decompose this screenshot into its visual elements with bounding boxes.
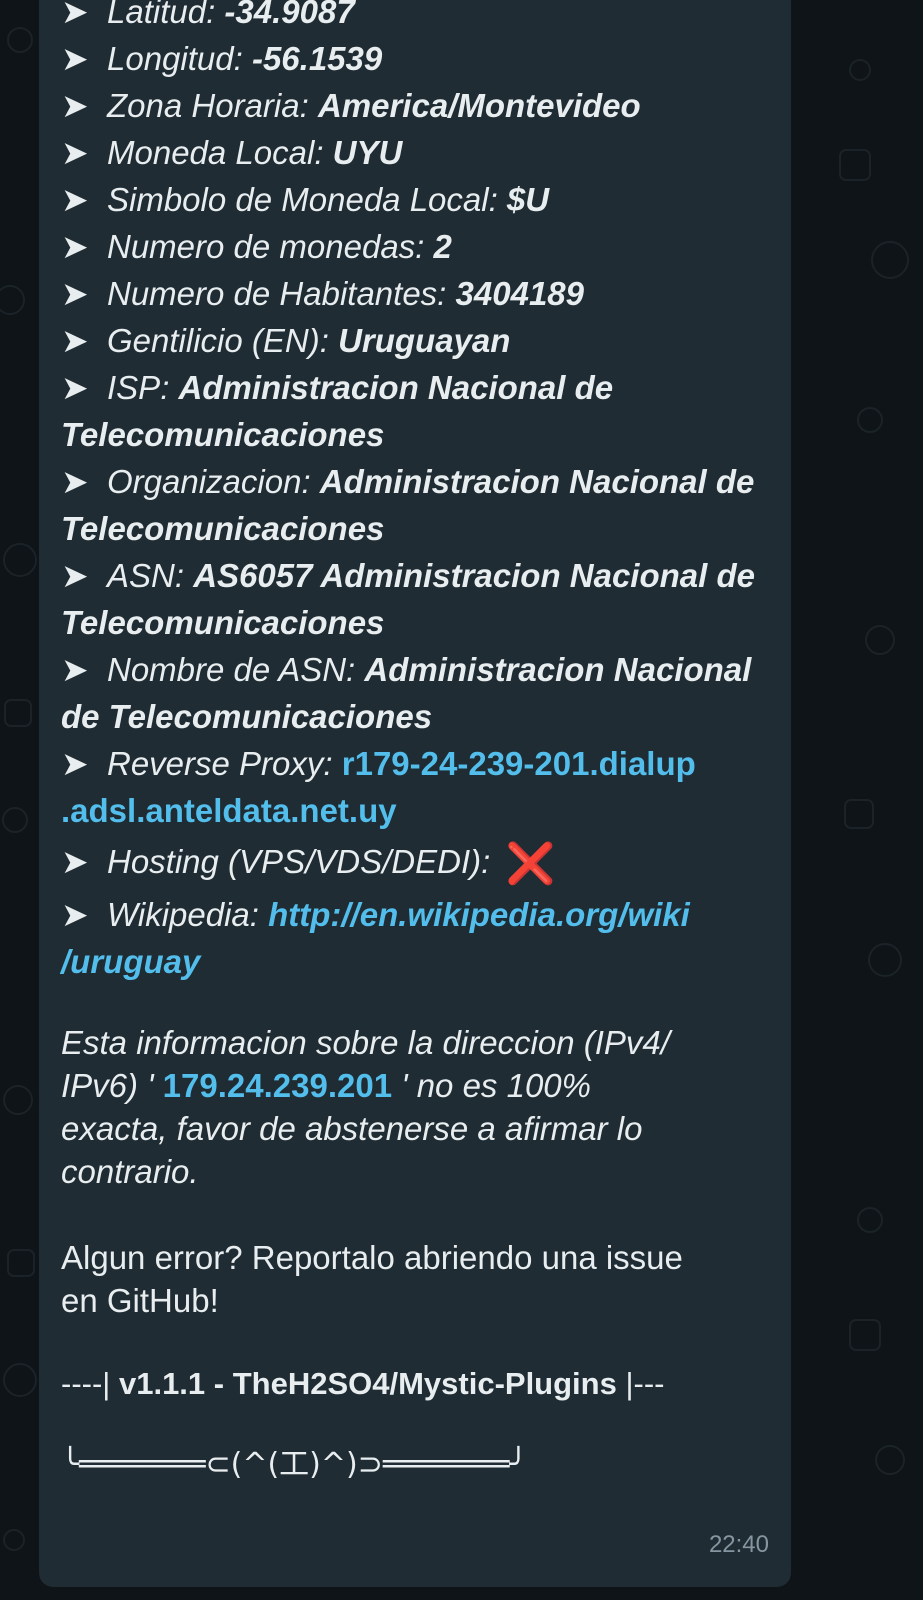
row-key: Numero de monedas: (107, 228, 425, 265)
row-value: -56.1539 (251, 40, 383, 77)
disclaimer-line: ' no es 100% (392, 1067, 591, 1104)
arrow-icon: ➤ (61, 463, 89, 500)
row-key: Numero de Habitantes: (107, 275, 447, 312)
row-key: Gentilicio (EN): (107, 322, 329, 359)
reverse-proxy-link-cont[interactable]: .adsl.anteldata.net.uy (61, 792, 397, 829)
row-key: Latitud: (107, 0, 216, 30)
row-value: -34.9087 (224, 0, 355, 30)
info-row-organizacion: ➤ Organizacion: Administracion Nacional d… (61, 458, 769, 552)
arrow-icon: ➤ (61, 745, 89, 782)
arrow-icon: ➤ (61, 651, 89, 688)
info-row-isp: ➤ ISP: Administracion Nacional de Telecom… (61, 364, 769, 458)
info-row-asn: ➤ ASN: AS6057 Administracion Nacional de … (61, 552, 769, 646)
wikipedia-link[interactable]: http://en.wikipedia.org/wiki (268, 896, 690, 933)
row-key: ASN: (107, 557, 185, 594)
footer-suffix: |--- (616, 1366, 665, 1401)
info-row-longitud: ➤ Longitud: -56.1539 (61, 35, 769, 82)
disclaimer-line: Esta informacion sobre la direccion (IPv… (61, 1024, 670, 1061)
arrow-icon: ➤ (61, 87, 89, 124)
info-row-moneda-local: ➤ Moneda Local: UYU (61, 129, 769, 176)
report-line: Algun error? Reportalo abriendo una issu… (61, 1239, 683, 1276)
info-row-habitantes: ➤ Numero de Habitantes: 3404189 (61, 270, 769, 317)
row-key: Wikipedia: (107, 896, 259, 933)
ip-link[interactable]: 179.24.239.201 (163, 1067, 392, 1104)
row-key: Hosting (VPS/VDS/DEDI): (107, 843, 491, 880)
arrow-icon: ➤ (61, 275, 89, 312)
info-row-hosting: ➤ Hosting (VPS/VDS/DEDI): ❌ (61, 838, 769, 885)
disclaimer-line: IPv6) ' (61, 1067, 163, 1104)
row-key: Organizacion: (107, 463, 311, 500)
info-row-zona-horaria: ➤ Zona Horaria: America/Montevideo (61, 82, 769, 129)
row-key: Reverse Proxy: (107, 745, 333, 782)
arrow-icon: ➤ (61, 134, 89, 171)
report-text: Algun error? Reportalo abriendo una issu… (61, 1236, 769, 1322)
arrow-icon: ➤ (61, 228, 89, 265)
disclaimer-line: exacta, favor de abstenerse a afirmar lo (61, 1110, 643, 1147)
ascii-signature: ╰═══════⊂(^(工)^)⊃═══════╯ (61, 1447, 528, 1482)
info-row-latitud: ➤ Latitud: -34.9087 (61, 0, 769, 35)
wikipedia-link-cont[interactable]: /uruguay (61, 943, 200, 980)
info-row-simbolo-moneda: ➤ Simbolo de Moneda Local: $U (61, 176, 769, 223)
arrow-icon: ➤ (61, 369, 89, 406)
info-row-gentilicio: ➤ Gentilicio (EN): Uruguayan (61, 317, 769, 364)
footer-prefix: ----| (61, 1366, 119, 1401)
info-row-reverse-proxy: ➤ Reverse Proxy: r179-24-239-201.dialup .a… (61, 740, 769, 834)
info-row-numero-monedas: ➤ Numero de monedas: 2 (61, 223, 769, 270)
message-timestamp: 22:40 (708, 1531, 769, 1558)
info-row-nombre-asn: ➤ Nombre de ASN: Administracion Nacional … (61, 646, 769, 740)
arrow-icon: ➤ (61, 843, 89, 880)
disclaimer-text: Esta informacion sobre la direccion (IPv… (61, 1021, 769, 1193)
arrow-icon: ➤ (61, 181, 89, 218)
report-line: en GitHub! (61, 1282, 219, 1319)
row-key: Zona Horaria: (107, 87, 309, 124)
row-key: Simbolo de Moneda Local: (107, 181, 498, 218)
arrow-icon: ➤ (61, 0, 89, 30)
row-value: 2 (433, 228, 452, 265)
arrow-icon: ➤ (61, 40, 89, 77)
row-value: Uruguayan (338, 322, 511, 359)
footer-text: v1.1.1 - TheH2SO4/Mystic-Plugins (118, 1366, 617, 1401)
cross-mark-icon: ❌ (505, 842, 556, 886)
reverse-proxy-link[interactable]: r179-24-239-201.dialup (342, 745, 696, 782)
arrow-icon: ➤ (61, 557, 89, 594)
row-value: America/Montevideo (317, 87, 641, 124)
row-value: 3404189 (455, 275, 585, 312)
row-key: Moneda Local: (107, 134, 324, 171)
arrow-icon: ➤ (61, 896, 89, 933)
disclaimer-line: contrario. (61, 1153, 199, 1190)
row-value: UYU (332, 134, 403, 171)
version-footer: ----| v1.1.1 - TheH2SO4/Mystic-Plugins |… (61, 1362, 769, 1405)
row-key: Nombre de ASN: (107, 651, 356, 688)
row-value: $U (506, 181, 550, 218)
info-row-wikipedia: ➤ Wikipedia: http://en.wikipedia.org/wiki… (61, 891, 769, 985)
message-bubble[interactable]: ➤ Latitud: -34.9087 ➤ Longitud: -56.1539 ➤… (39, 0, 791, 1587)
row-key: Longitud: (107, 40, 243, 77)
row-key: ISP: (107, 369, 170, 406)
arrow-icon: ➤ (61, 322, 89, 359)
